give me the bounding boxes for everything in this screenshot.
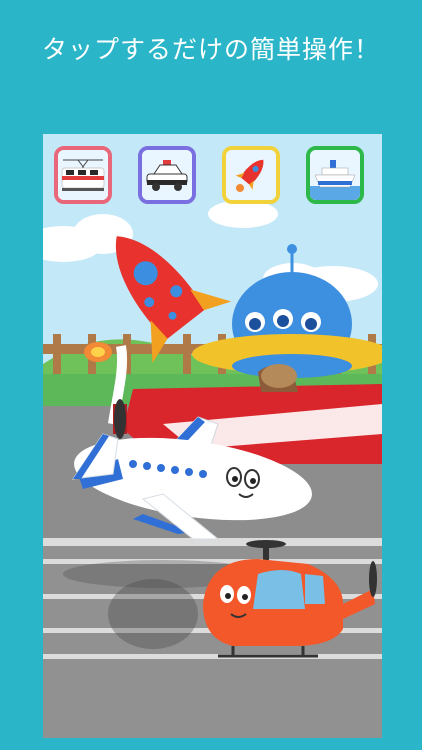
vehicle-tab-bar [43, 144, 382, 212]
police-car-icon [142, 150, 192, 200]
play-scene[interactable] [43, 134, 382, 738]
tab-train[interactable] [54, 146, 112, 204]
app-screen [43, 134, 382, 738]
rocket-icon [226, 150, 276, 200]
train-icon [58, 150, 108, 200]
ship-icon [310, 150, 360, 200]
tab-police-car[interactable] [138, 146, 196, 204]
promo-headline: タップするだけの簡単操作！ [41, 35, 380, 64]
tab-rocket[interactable] [222, 146, 280, 204]
tab-ship[interactable] [306, 146, 364, 204]
